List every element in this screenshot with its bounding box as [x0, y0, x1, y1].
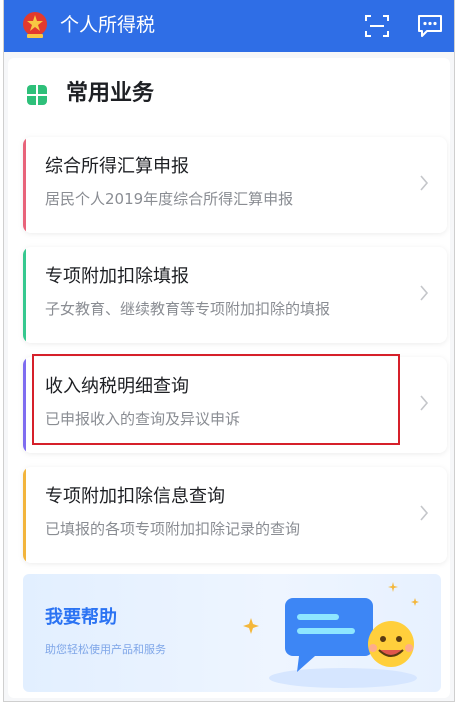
card-special-deduction-query[interactable]: 专项附加扣除信息查询 已填报的各项专项附加扣除记录的查询: [23, 467, 447, 563]
help-subtitle: 助您轻松使用产品和服务: [45, 643, 166, 656]
card-accent-bar: [23, 247, 26, 343]
tax-emblem-icon: [23, 12, 47, 38]
chevron-right-icon: [420, 505, 429, 521]
card-accent-bar: [23, 467, 26, 563]
card-title: 专项附加扣除信息查询: [45, 486, 225, 507]
main-content: 常用业务 综合所得汇算申报 居民个人2019年度综合所得汇算申报 专项附加扣除填…: [8, 58, 450, 698]
card-subtitle: 居民个人2019年度综合所得汇算申报: [45, 190, 294, 208]
card-accent-bar: [23, 357, 26, 453]
scan-icon[interactable]: [363, 12, 391, 40]
card-title: 专项附加扣除填报: [45, 266, 189, 287]
app-header: 个人所得税: [4, 0, 454, 52]
card-title: 综合所得汇算申报: [45, 156, 189, 177]
card-comprehensive-income-filing[interactable]: 综合所得汇算申报 居民个人2019年度综合所得汇算申报: [23, 137, 447, 233]
app-frame: 个人所得税 常用业务 综合所得汇算申报 居民个人2019年度综合所得汇算申报 专…: [3, 0, 455, 702]
chevron-right-icon: [420, 175, 429, 191]
help-title: 我要帮助: [45, 607, 117, 628]
section-title: 常用业务: [66, 81, 155, 106]
card-accent-bar: [23, 137, 26, 233]
help-banner[interactable]: 我要帮助 助您轻松使用产品和服务: [23, 574, 441, 692]
chat-bubble-smiley-icon: [243, 582, 419, 688]
card-subtitle: 子女教育、继续教育等专项附加扣除的填报: [45, 300, 331, 318]
card-special-deduction-filing[interactable]: 专项附加扣除填报 子女教育、继续教育等专项附加扣除的填报: [23, 247, 447, 343]
chevron-right-icon: [420, 395, 429, 411]
four-leaf-grid-icon: [27, 85, 47, 105]
app-title: 个人所得税: [60, 14, 156, 36]
message-icon[interactable]: [416, 12, 444, 40]
card-subtitle: 已填报的各项专项附加扣除记录的查询: [45, 520, 301, 538]
chevron-right-icon: [420, 285, 429, 301]
highlight-box: [32, 354, 400, 445]
